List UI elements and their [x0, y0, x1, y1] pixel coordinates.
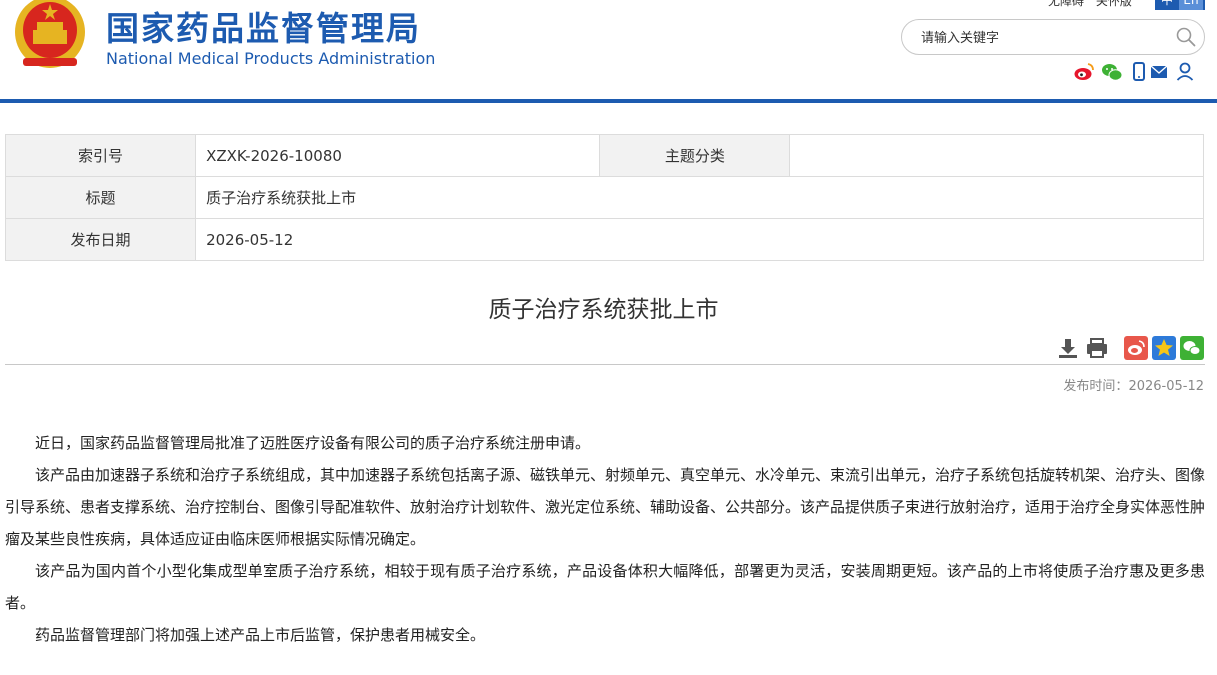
download-icon[interactable]: [1056, 336, 1080, 360]
national-emblem-icon[interactable]: [13, 0, 87, 70]
index-label: 索引号: [4, 134, 197, 177]
table-row: 发布日期 2026-05-12: [4, 218, 1204, 261]
article-body: 近日，国家药品监督管理局批准了迈胜医疗设备有限公司的质子治疗系统注册申请。 该产…: [5, 427, 1205, 651]
date-value: 2026-05-12: [195, 218, 1204, 261]
wechat-icon[interactable]: [1101, 61, 1123, 83]
weibo-icon[interactable]: [1073, 61, 1095, 83]
top-links: 无障碍 关怀版: [1048, 0, 1140, 9]
publish-time-value: 2026-05-12: [1128, 379, 1204, 394]
metadata-table: 索引号 XZXK-2026-10080 主题分类 标题 质子治疗系统获批上市 发…: [4, 134, 1204, 261]
title-value: 质子治疗系统获批上市: [195, 176, 1204, 219]
elder-mode-link[interactable]: 关怀版: [1096, 0, 1132, 8]
article-title: 质子治疗系统获批上市: [488, 297, 719, 323]
accessibility-link[interactable]: 无障碍: [1048, 0, 1084, 8]
user-icon[interactable]: [1174, 61, 1196, 83]
site-title-cn[interactable]: 国家药品监督管理局: [106, 2, 421, 50]
publish-time: 发布时间：2026-05-12: [1063, 375, 1204, 394]
index-value: XZXK-2026-10080: [195, 134, 601, 177]
mobile-icon[interactable]: [1128, 61, 1150, 83]
publish-time-label: 发布时间：: [1063, 379, 1129, 394]
article-paragraph: 该产品为国内首个小型化集成型单室质子治疗系统，相较于现有质子治疗系统，产品设备体…: [5, 562, 1205, 612]
search-icon[interactable]: [1176, 27, 1196, 47]
search-box: [901, 19, 1205, 55]
weibo-share-icon[interactable]: [1124, 336, 1148, 360]
article-divider: [5, 364, 1205, 365]
title-label: 标题: [4, 176, 197, 219]
mail-icon[interactable]: [1148, 61, 1170, 83]
date-label: 发布日期: [4, 218, 197, 261]
lang-en-button[interactable]: En: [1179, 0, 1203, 10]
wechat-share-icon[interactable]: [1180, 336, 1204, 360]
category-label: 主题分类: [599, 134, 791, 177]
table-row: 索引号 XZXK-2026-10080 主题分类: [4, 134, 1204, 177]
language-switch: 中 En: [1155, 0, 1205, 10]
print-icon[interactable]: [1085, 336, 1109, 360]
table-row: 标题 质子治疗系统获批上市: [4, 176, 1204, 219]
site-header: 国家药品监督管理局 National Medical Products Admi…: [0, 0, 1217, 100]
article-paragraph: 该产品由加速器子系统和治疗子系统组成，其中加速器子系统包括离子源、磁铁单元、射频…: [5, 466, 1206, 548]
site-title-en[interactable]: National Medical Products Administration: [106, 49, 435, 68]
header-divider: [0, 99, 1217, 103]
search-input[interactable]: [919, 27, 1163, 49]
favorite-icon[interactable]: [1152, 336, 1176, 360]
article-paragraph: 近日，国家药品监督管理局批准了迈胜医疗设备有限公司的质子治疗系统注册申请。: [35, 434, 591, 452]
category-value: [789, 134, 1204, 177]
lang-cn-button[interactable]: 中: [1155, 0, 1179, 10]
article-paragraph: 药品监督管理部门将加强上述产品上市后监管，保护患者用械安全。: [35, 626, 486, 644]
